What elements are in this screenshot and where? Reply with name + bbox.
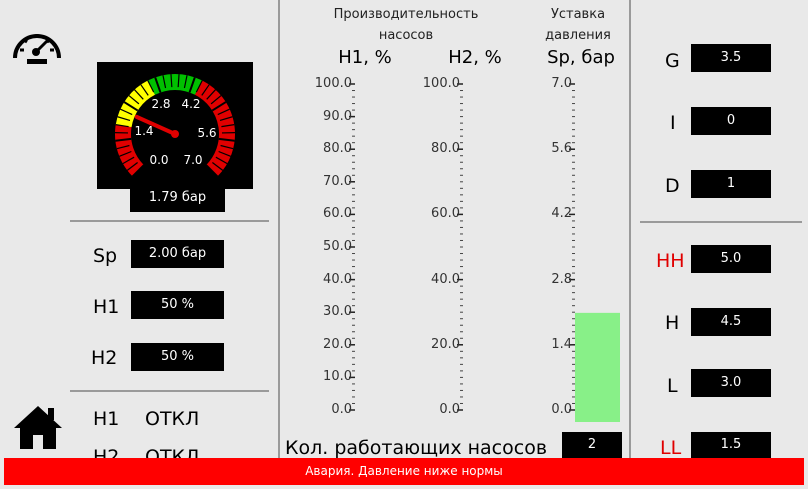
gauge-scale-label: 2.8 [151, 97, 170, 111]
scale-tick-label: 20.0 [323, 336, 352, 352]
limit-h-value[interactable]: 4.5 [691, 308, 771, 336]
divider-left-2 [70, 390, 269, 392]
pump1-label: H1 [93, 408, 120, 430]
scale-tick-label: 4.2 [551, 206, 572, 222]
speedometer-icon[interactable] [10, 22, 64, 66]
running-pumps-value: 2 [562, 432, 622, 458]
h2-label: H2 [91, 347, 118, 369]
pid-i-value[interactable]: 0 [691, 107, 771, 135]
pid-d-value[interactable]: 1 [691, 170, 771, 198]
scale-tick-label: 2.8 [551, 271, 572, 287]
alarm-banner[interactable]: Авария. Давление ниже нормы [4, 458, 804, 485]
separator-left [278, 0, 280, 458]
scale-tick-label: 80.0 [431, 141, 460, 157]
limit-hh-label: HH [656, 250, 685, 272]
gauge-readout: 1.79 бар [130, 184, 225, 212]
limit-h-label: H [665, 312, 680, 334]
pid-g-label: G [665, 50, 680, 72]
gauge-scale-label: 4.2 [181, 97, 200, 111]
scale-tick-label: 7.0 [551, 76, 572, 91]
scale-tick-label: 40.0 [323, 271, 352, 287]
limit-ll-value[interactable]: 1.5 [691, 432, 771, 458]
h2-column-header: H2, % [448, 47, 502, 68]
home-icon[interactable] [12, 402, 64, 450]
h1-value[interactable]: 50 % [131, 291, 224, 319]
pressure-gauge: 0.0 1.4 2.8 4.2 5.6 7.0 [97, 62, 253, 189]
scale-tick-label: 90.0 [323, 108, 352, 124]
setpoint-bar [575, 312, 620, 422]
scale-tick-label: 70.0 [323, 173, 352, 189]
pid-d-label: D [665, 175, 680, 197]
scale-tick-label: 40.0 [431, 271, 460, 287]
scale-tick-label: 5.6 [551, 141, 572, 157]
scale-tick-label: 0.0 [551, 402, 572, 417]
gauge-scale-label: 7.0 [183, 153, 202, 167]
h1-column-header: H1, % [338, 47, 392, 68]
limit-l-label: L [667, 375, 678, 397]
running-pumps-label: Кол. работающих насосов [285, 437, 548, 459]
limit-ll-label: LL [660, 437, 682, 459]
divider-left-1 [70, 220, 269, 222]
pump1-state: ОТКЛ [145, 408, 200, 430]
gauge-scale-label: 0.0 [149, 153, 168, 167]
scale-tick-label: 50.0 [323, 239, 352, 254]
gauge-scale-label: 5.6 [197, 126, 216, 140]
sp-label: Sp [93, 245, 118, 267]
gauge-scale-label: 1.4 [134, 124, 153, 138]
scale-tick-label: 60.0 [431, 206, 460, 222]
scale-tick-label: 30.0 [323, 304, 352, 320]
scale-tick-label: 80.0 [323, 141, 352, 157]
scale-tick-label: 60.0 [323, 206, 352, 222]
pid-i-label: I [670, 112, 676, 134]
h1-label: H1 [93, 296, 120, 318]
limit-hh-value[interactable]: 5.0 [691, 245, 771, 273]
h2-value[interactable]: 50 % [131, 343, 224, 371]
scale-tick-label: 20.0 [431, 336, 460, 352]
sp-value[interactable]: 2.00 бар [131, 240, 224, 268]
setpoint-header: Уставка давления [545, 7, 611, 43]
scale-tick-label: 0.0 [439, 402, 460, 417]
scale-tick-label: 1.4 [551, 336, 572, 352]
divider-right [640, 221, 802, 223]
limit-l-value[interactable]: 3.0 [691, 369, 771, 397]
sp-column-header: Sp, бар [547, 47, 615, 68]
pid-g-value[interactable]: 3.5 [691, 44, 771, 72]
scale-tick-label: 100.0 [422, 76, 460, 91]
gauge-hub [171, 130, 179, 138]
scale-tick-label: 0.0 [331, 402, 352, 417]
scale-tick-label: 100.0 [314, 76, 352, 91]
performance-header: Производительность насосов [333, 7, 479, 43]
scale-tick-label: 10.0 [323, 369, 352, 385]
